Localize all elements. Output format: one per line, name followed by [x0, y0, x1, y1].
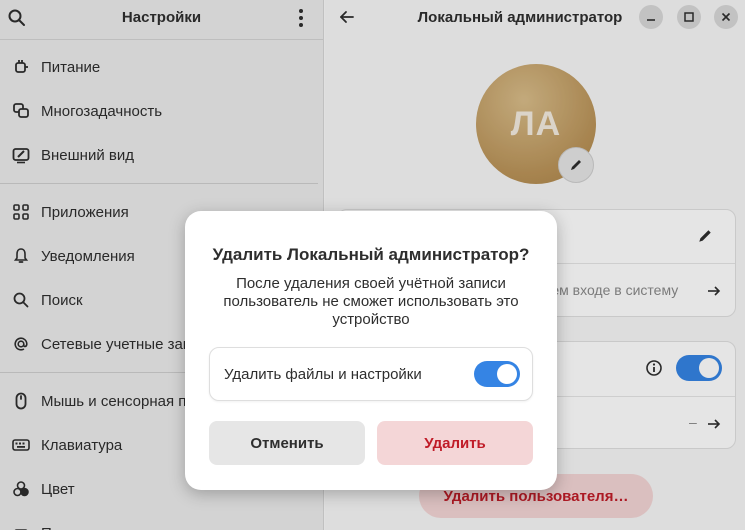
toggle-knob: [497, 364, 517, 384]
delete-files-toggle[interactable]: [474, 361, 520, 387]
dialog-title: Удалить Локальный администратор?: [212, 245, 530, 264]
cancel-button[interactable]: Отменить: [209, 421, 365, 465]
delete-files-label: Удалить файлы и настройки: [224, 366, 422, 383]
dialog-body: После удаления своей учётной записи поль…: [223, 275, 519, 328]
delete-user-dialog: Удалить Локальный администратор? После у…: [185, 211, 557, 490]
delete-files-row: Удалить файлы и настройки: [209, 347, 533, 401]
delete-button[interactable]: Удалить: [377, 421, 533, 465]
